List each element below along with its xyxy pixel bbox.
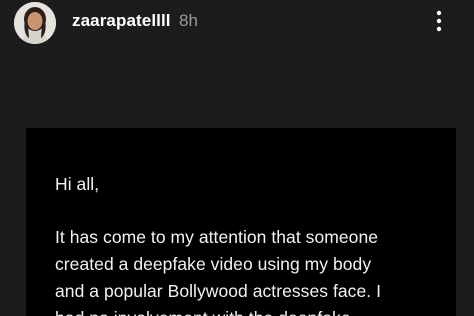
story-viewer: zaarapatellll 8h Hi all, It has come to … — [0, 0, 474, 316]
more-options-button[interactable] — [426, 4, 452, 40]
avatar-photo-icon — [14, 2, 56, 44]
text-post-card: Hi all, It has come to my attention that… — [26, 128, 456, 316]
post-timestamp: 8h — [179, 11, 198, 30]
username[interactable]: zaarapatellll — [72, 11, 171, 31]
post-text-line: created a deepfake video using my body — [55, 254, 372, 274]
post-greeting: Hi all, — [55, 174, 100, 194]
post-text-line: It has come to my attention that someone — [55, 227, 379, 247]
post-text-line: and a popular Bollywood actresses face. … — [55, 281, 381, 301]
vertical-ellipsis-icon — [436, 10, 442, 32]
avatar[interactable] — [14, 2, 56, 44]
story-header: zaarapatellll 8h — [0, 0, 474, 50]
post-text-line: had no involvement with the deepfake — [55, 308, 351, 316]
